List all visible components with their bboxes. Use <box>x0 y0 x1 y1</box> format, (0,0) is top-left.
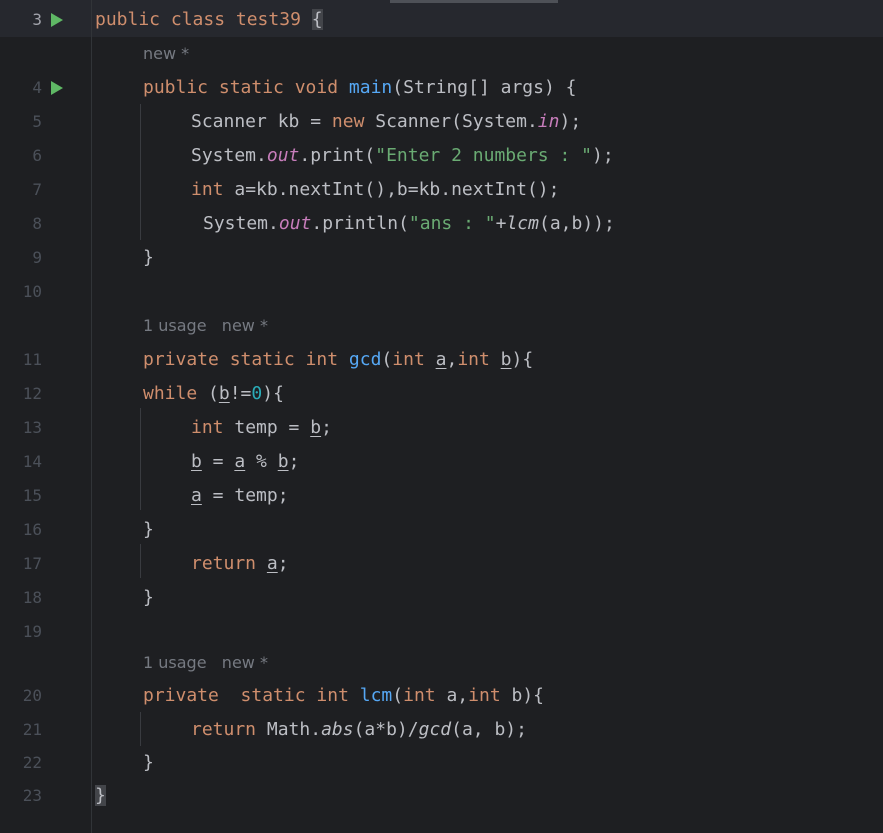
inlay-hint-line: 1 usage new * <box>0 646 883 680</box>
line-number: 5 <box>32 112 42 131</box>
line-number: 23 <box>22 786 42 805</box>
code-text: } <box>143 752 154 773</box>
code-line-21[interactable]: 21 return Math.abs(a*b)/gcd(a, b); <box>0 713 883 747</box>
line-number: 10 <box>22 282 42 301</box>
code-text: return a; <box>191 553 289 574</box>
run-icon[interactable] <box>51 81 63 95</box>
code-line-7[interactable]: 7 int a=kb.nextInt(),b=kb.nextInt(); <box>0 173 883 207</box>
code-line-23[interactable]: 23 } <box>0 779 883 813</box>
line-number: 21 <box>22 720 42 739</box>
code-text: int temp = b; <box>191 417 332 438</box>
line-number: 8 <box>32 214 42 233</box>
code-text: } <box>143 519 154 540</box>
code-line-18[interactable]: 18 } <box>0 581 883 615</box>
code-line-4[interactable]: 4 public static void main(String[] args)… <box>0 71 883 105</box>
usage-hint[interactable]: 1 usage new * <box>143 646 268 680</box>
code-text: b = a % b; <box>191 451 300 472</box>
code-line-5[interactable]: 5 Scanner kb = new Scanner(System.in); <box>0 105 883 139</box>
code-line-3[interactable]: 3 public class test39 { <box>0 3 883 37</box>
code-text: public class test39 { <box>95 9 323 30</box>
author-hint[interactable]: new * <box>143 37 189 71</box>
line-number: 6 <box>32 146 42 165</box>
inlay-hint-line: new * <box>0 37 883 71</box>
code-line-19[interactable]: 19 <box>0 615 883 649</box>
line-number: 15 <box>22 486 42 505</box>
line-number: 16 <box>22 520 42 539</box>
line-number: 9 <box>32 248 42 267</box>
code-text: } <box>95 779 106 813</box>
code-text: return Math.abs(a*b)/gcd(a, b); <box>191 719 527 740</box>
code-line-9[interactable]: 9 } <box>0 241 883 275</box>
code-line-17[interactable]: 17 return a; <box>0 547 883 581</box>
code-text: int a=kb.nextInt(),b=kb.nextInt(); <box>191 179 560 200</box>
code-text: public static void main(String[] args) { <box>143 77 577 98</box>
line-number: 7 <box>32 180 42 199</box>
code-line-12[interactable]: 12 while (b!=0){ <box>0 377 883 411</box>
line-number: 4 <box>32 78 42 97</box>
code-text: System.out.println("ans : "+lcm(a,b)); <box>203 213 615 234</box>
line-number: 13 <box>22 418 42 437</box>
usage-hint[interactable]: 1 usage new * <box>143 309 268 343</box>
line-number: 19 <box>22 622 42 641</box>
code-text: } <box>143 587 154 608</box>
code-text: private static int lcm(int a,int b){ <box>143 685 545 706</box>
code-line-22[interactable]: 22 } <box>0 746 883 780</box>
line-number: 11 <box>22 350 42 369</box>
code-line-11[interactable]: 11 private static int gcd(int a,int b){ <box>0 343 883 377</box>
code-text: while (b!=0){ <box>143 383 284 404</box>
line-number: 17 <box>22 554 42 573</box>
brace-highlight: } <box>95 785 106 806</box>
code-line-8[interactable]: 8 System.out.println("ans : "+lcm(a,b)); <box>0 207 883 241</box>
line-number: 20 <box>22 686 42 705</box>
code-line-14[interactable]: 14 b = a % b; <box>0 445 883 479</box>
code-line-6[interactable]: 6 System.out.print("Enter 2 numbers : ")… <box>0 139 883 173</box>
code-text: System.out.print("Enter 2 numbers : "); <box>191 145 614 166</box>
code-text: } <box>143 247 154 268</box>
run-icon[interactable] <box>51 13 63 27</box>
line-number: 22 <box>22 753 42 772</box>
code-text: a = temp; <box>191 485 289 506</box>
line-number: 14 <box>22 452 42 471</box>
code-line-10[interactable]: 10 <box>0 275 883 309</box>
code-line-16[interactable]: 16 } <box>0 513 883 547</box>
line-number: 12 <box>22 384 42 403</box>
code-line-13[interactable]: 13 int temp = b; <box>0 411 883 445</box>
code-line-20[interactable]: 20 private static int lcm(int a,int b){ <box>0 679 883 713</box>
line-number: 18 <box>22 588 42 607</box>
inlay-hint-line: 1 usage new * <box>0 309 883 343</box>
code-text: private static int gcd(int a,int b){ <box>143 349 534 370</box>
brace-highlight: { <box>311 9 323 30</box>
line-number: 3 <box>32 10 42 29</box>
code-line-15[interactable]: 15 a = temp; <box>0 479 883 513</box>
code-text: Scanner kb = new Scanner(System.in); <box>191 111 582 132</box>
code-editor[interactable]: 3 public class test39 { new * 4 public s… <box>0 0 883 833</box>
